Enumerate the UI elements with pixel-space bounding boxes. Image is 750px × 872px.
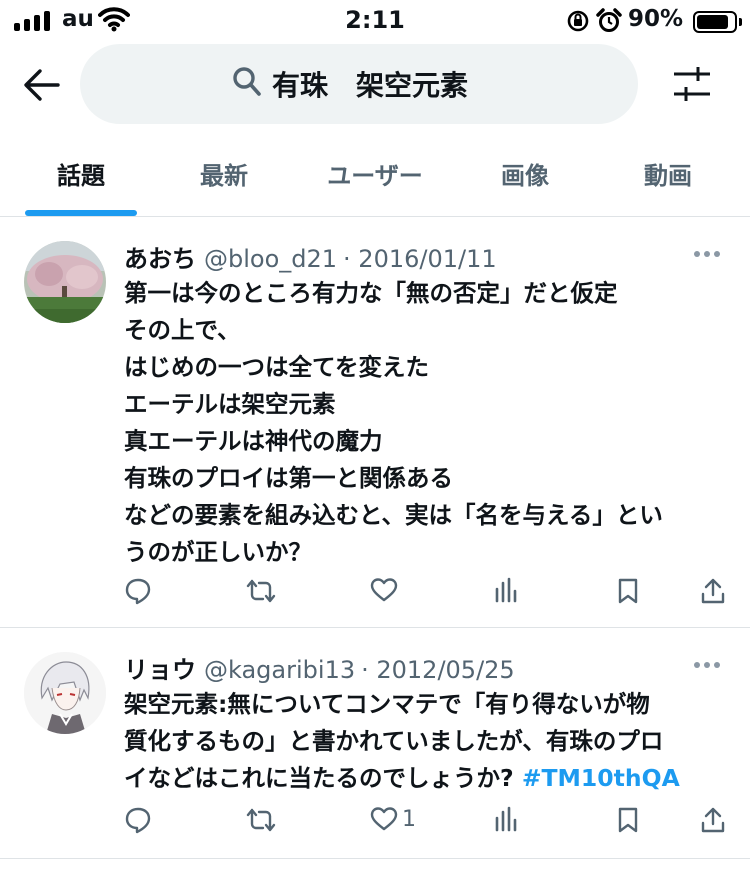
status-bar: au 2:11 90% <box>0 0 750 42</box>
heart-icon <box>370 807 398 831</box>
hashtag-link[interactable]: #TM10thQA <box>522 764 680 792</box>
like-count: 1 <box>402 806 416 832</box>
tab-photos[interactable]: 画像 <box>496 156 554 191</box>
share-button[interactable] <box>700 806 726 834</box>
more-options-icon[interactable] <box>694 662 720 668</box>
avatar[interactable] <box>24 652 106 734</box>
tweet-line: 第一は今のところ有力な「無の否定」だと仮定 <box>124 279 618 307</box>
tweet-line: 架空元素:無についてコンマテで「有り得ないが物 <box>124 690 650 718</box>
like-button[interactable] <box>370 577 402 603</box>
retweet-button[interactable] <box>246 577 276 605</box>
search-bar[interactable]: 有珠 架空元素 <box>80 44 638 124</box>
tweet-text: 第一は今のところ有力な「無の否定」だと仮定 その上で、 はじめの一つは全てを変え… <box>124 275 734 571</box>
retweet-icon <box>246 579 276 603</box>
tweet-divider <box>0 858 750 859</box>
share-button[interactable] <box>700 577 726 605</box>
tweet-line-text: イなどはこれに当たるのでしょうか? <box>124 764 522 792</box>
tweet-header: リョウ @kagaribi13 · 2012/05/25 <box>124 650 515 685</box>
like-button[interactable]: 1 <box>370 806 416 832</box>
views-button[interactable] <box>494 577 518 603</box>
tweet-text: 架空元素:無についてコンマテで「有り得ないが物 質化するもの」と書かれていました… <box>124 686 734 797</box>
bookmark-icon <box>618 807 638 833</box>
avatar[interactable] <box>24 241 106 323</box>
reply-button[interactable] <box>124 577 152 605</box>
tab-videos[interactable]: 動画 <box>639 156 697 191</box>
more-options-icon[interactable] <box>694 251 720 257</box>
tweet-date[interactable]: · 2012/05/25 <box>361 656 515 684</box>
share-icon <box>701 807 725 833</box>
tweet-line: などの要素を組み込むと、実は「名を与える」とい <box>124 501 663 529</box>
views-chart-icon <box>495 806 517 832</box>
bookmark-button[interactable] <box>617 577 639 605</box>
tweet-line: はじめの一つは全てを変えた <box>124 353 430 381</box>
retweet-button[interactable] <box>246 806 276 834</box>
views-button[interactable] <box>494 806 518 832</box>
user-name[interactable]: あおち <box>124 245 196 273</box>
search-query[interactable]: 有珠 架空元素 <box>272 64 468 104</box>
tweet-line: その上で、 <box>124 316 241 344</box>
battery-icon <box>693 11 742 33</box>
tweet-actions <box>0 577 750 617</box>
reply-button[interactable] <box>124 806 152 834</box>
user-name[interactable]: リョウ <box>124 656 196 684</box>
user-handle[interactable]: @bloo_d21 <box>204 245 337 273</box>
top-bar: 有珠 架空元素 <box>0 44 750 124</box>
tweet-line: うのが正しいか？ <box>124 538 312 566</box>
tweet-line: 質化するもの」と書かれていましたが、有珠のプロ <box>124 727 664 755</box>
tweet-actions: 1 <box>0 806 750 846</box>
filter-sliders-icon[interactable] <box>672 66 712 102</box>
tweet-line: イなどはこれに当たるのでしょうか? #TM10thQA <box>124 760 734 797</box>
tweet[interactable]: リョウ @kagaribi13 · 2012/05/25 架空元素:無についてコンマ… <box>0 628 750 860</box>
views-chart-icon <box>495 577 517 603</box>
bookmark-icon <box>618 578 638 604</box>
tab-latest[interactable]: 最新 <box>195 156 253 191</box>
tweet-header: あおち @bloo_d21 · 2016/01/11 <box>124 239 497 274</box>
user-handle[interactable]: @kagaribi13 <box>204 656 355 684</box>
heart-icon <box>370 578 398 602</box>
battery-level-fill <box>697 15 728 29</box>
tweet[interactable]: あおち @bloo_d21 · 2016/01/11 第一は今のところ有力な「無の否… <box>0 217 750 627</box>
tweet-line: エーテルは架空元素 <box>124 390 336 418</box>
back-arrow-icon[interactable] <box>22 66 62 104</box>
search-tabs: 話題 最新 ユーザー 画像 動画 <box>0 142 750 216</box>
reply-icon <box>125 807 151 834</box>
reply-icon <box>125 578 151 605</box>
orientation-lock-icon <box>567 10 589 32</box>
tweet-line: 真エーテルは神代の魔力 <box>124 427 383 455</box>
tweet-line: 有珠のプロイは第一と関係ある <box>124 464 453 492</box>
share-icon <box>701 578 725 604</box>
search-icon <box>233 67 261 96</box>
tab-top[interactable]: 話題 <box>52 156 110 191</box>
bookmark-button[interactable] <box>617 806 639 834</box>
tweet-date[interactable]: · 2016/01/11 <box>343 245 497 273</box>
alarm-clock-icon <box>596 8 622 32</box>
tab-people[interactable]: ユーザー <box>320 156 430 191</box>
retweet-icon <box>246 808 276 832</box>
battery-percent: 90% <box>628 6 684 32</box>
